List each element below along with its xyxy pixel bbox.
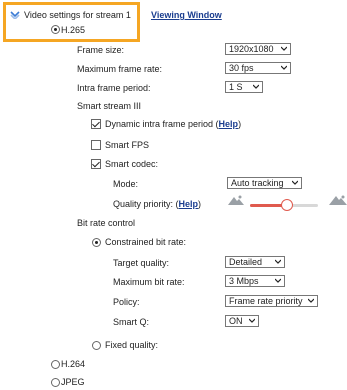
constrained-bitrate-label: Constrained bit rate: — [105, 237, 187, 247]
mountain-small-icon — [228, 195, 244, 205]
intra-frame-period-value: 1 S — [229, 82, 243, 92]
max-bitrate-select[interactable]: 3 Mbps — [225, 275, 285, 287]
max-bitrate-label: Maximum bit rate: — [113, 277, 185, 287]
mode-value: Auto tracking — [231, 178, 284, 188]
quality-priority-label: Quality priority: ( — [113, 199, 179, 209]
chevron-down-icon — [275, 278, 281, 283]
codec-jpeg-label: JPEG — [61, 377, 85, 387]
mountain-large-icon — [329, 195, 347, 205]
codec-h265-radio[interactable] — [51, 25, 60, 34]
viewing-window-link[interactable]: Viewing Window — [151, 10, 222, 20]
chevron-down-icon — [249, 318, 255, 323]
mode-select[interactable]: Auto tracking — [227, 177, 302, 189]
dynamic-intra-help-link[interactable]: Help — [219, 119, 239, 129]
max-bitrate-value: 3 Mbps — [229, 276, 259, 286]
quality-priority-close: ) — [198, 199, 202, 209]
max-frame-rate-label: Maximum frame rate: — [77, 64, 163, 74]
chevron-down-icon — [253, 84, 259, 89]
intra-frame-period-label: Intra frame period: — [77, 83, 151, 93]
chevron-down-icon[interactable] — [10, 11, 20, 19]
bitrate-title: Bit rate control — [77, 218, 136, 228]
max-frame-rate-value: 30 fps — [229, 63, 254, 73]
dynamic-intra-text: Dynamic intra frame period (Help) — [105, 119, 241, 129]
fixed-quality-radio[interactable] — [92, 341, 101, 350]
smart-q-select[interactable]: ON — [225, 315, 259, 327]
policy-value: Frame rate priority — [229, 296, 303, 306]
quality-priority-text: Quality priority: (Help) — [113, 199, 201, 209]
frame-size-select[interactable]: 1920x1080 — [225, 43, 291, 55]
target-quality-label: Target quality: — [113, 258, 170, 268]
quality-slider-knob[interactable] — [281, 199, 294, 211]
smart-fps-label: Smart FPS — [105, 140, 150, 150]
frame-size-value: 1920x1080 — [229, 44, 274, 54]
section-title: Video settings for stream 1 — [24, 10, 131, 20]
chevron-down-icon — [281, 65, 287, 70]
smart-q-value: ON — [229, 316, 243, 326]
policy-select[interactable]: Frame rate priority — [225, 295, 318, 307]
codec-h265-label: H.265 — [61, 25, 86, 35]
smart-stream-title: Smart stream III — [77, 101, 142, 111]
codec-h264-radio[interactable] — [51, 360, 60, 369]
smart-fps-checkbox[interactable] — [91, 140, 101, 150]
max-frame-rate-select[interactable]: 30 fps — [225, 62, 291, 74]
mode-label: Mode: — [113, 179, 139, 189]
chevron-down-icon — [275, 259, 281, 264]
quality-priority-help-link[interactable]: Help — [179, 199, 199, 209]
target-quality-value: Detailed — [229, 257, 263, 267]
constrained-bitrate-radio[interactable] — [92, 238, 101, 247]
frame-size-label: Frame size: — [77, 45, 125, 55]
smart-q-label: Smart Q: — [113, 317, 150, 327]
dynamic-intra-label: Dynamic intra frame period ( — [105, 119, 219, 129]
codec-h264-label: H.264 — [61, 359, 86, 369]
target-quality-select[interactable]: Detailed — [225, 256, 285, 268]
chevron-down-icon — [308, 298, 314, 303]
highlight-frame — [3, 2, 140, 42]
smart-codec-label: Smart codec: — [105, 159, 159, 169]
fixed-quality-label: Fixed quality: — [105, 340, 159, 350]
codec-jpeg-radio[interactable] — [51, 378, 60, 387]
chevron-down-icon — [292, 180, 298, 185]
intra-frame-period-select[interactable]: 1 S — [225, 81, 263, 93]
dynamic-intra-checkbox[interactable] — [91, 119, 101, 129]
policy-label: Policy: — [113, 297, 140, 307]
dynamic-intra-close: ) — [238, 119, 242, 129]
smart-codec-checkbox[interactable] — [91, 159, 101, 169]
chevron-down-icon — [281, 46, 287, 51]
